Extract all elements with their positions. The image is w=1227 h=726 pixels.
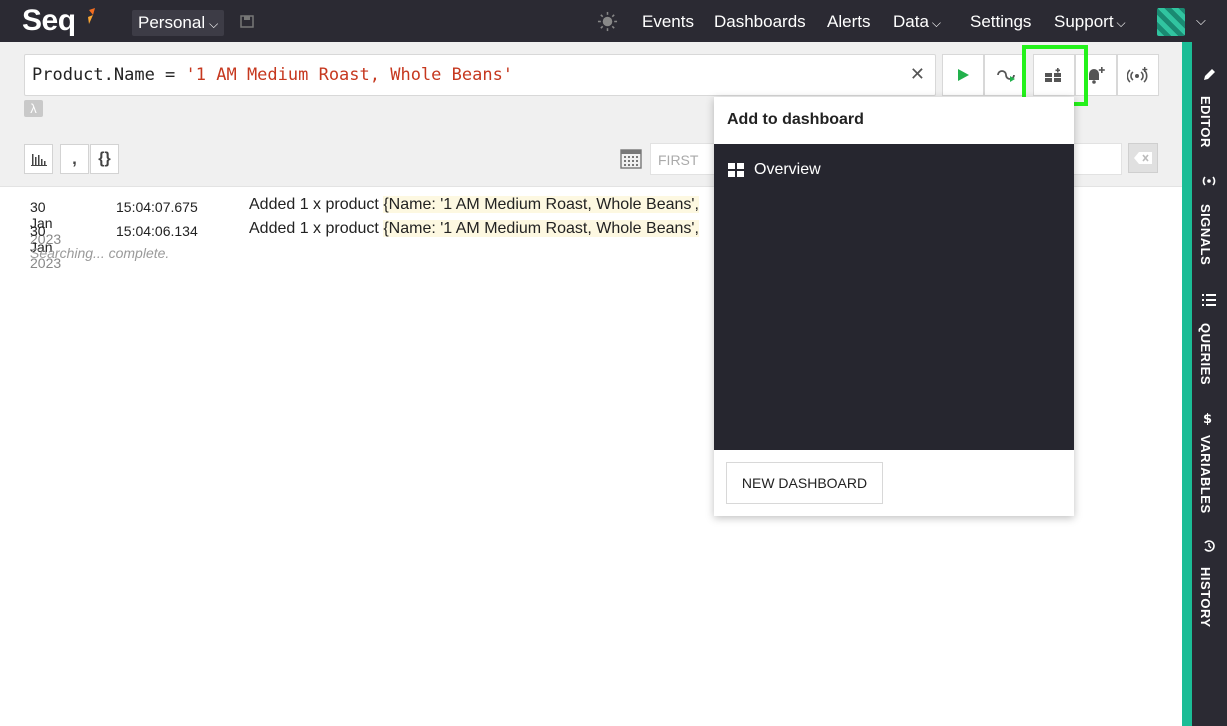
add-signal-button[interactable]: [1117, 54, 1159, 96]
event-time: 15:04:07.675: [116, 199, 198, 215]
sidebar-label-queries: QUERIES: [1198, 323, 1213, 386]
nav-dashboards[interactable]: Dashboards: [714, 12, 806, 32]
event-message: Added 1 x product {Name: '1 AM Medium Ro…: [249, 220, 699, 238]
first-date-placeholder: FIRST: [658, 152, 699, 168]
comma-button[interactable]: ,: [60, 144, 89, 174]
event-message: Added 1 x product {Name: '1 AM Medium Ro…: [249, 196, 699, 214]
pencil-icon: [1204, 69, 1215, 80]
lambda-badge[interactable]: λ: [24, 100, 43, 117]
sidebar-label-history: HISTORY: [1198, 567, 1213, 628]
refresh-button[interactable]: [984, 54, 1026, 96]
bell-add-icon: [1089, 67, 1105, 84]
nav-data[interactable]: Data ⌵: [893, 12, 941, 32]
popup-title: Add to dashboard: [727, 111, 864, 128]
logo-mark-icon: [88, 8, 95, 24]
right-sidebar: EDITOR SIGNALS QUERIES $ VARIABLES HISTO…: [1192, 42, 1227, 726]
loop-play-icon: [997, 70, 1015, 82]
calendar-icon[interactable]: [620, 148, 642, 170]
svg-text:$: $: [1203, 412, 1212, 425]
workspace-save-icon[interactable]: [240, 14, 254, 28]
sidebar-label-editor: EDITOR: [1198, 96, 1213, 148]
user-avatar[interactable]: [1157, 8, 1185, 36]
chevron-down-icon[interactable]: ⌵: [1196, 13, 1206, 29]
event-message-text: Added 1 x product: [249, 220, 384, 237]
event-property[interactable]: {Name: '1 AM Medium Roast, Whole Beans',: [383, 196, 699, 213]
chevron-down-icon: ⌵: [209, 17, 219, 31]
sidebar-label-variables: VARIABLES: [1198, 435, 1213, 514]
nav-settings[interactable]: Settings: [970, 12, 1031, 32]
workspace-selector[interactable]: Personal ⌵: [132, 10, 225, 36]
nav-support[interactable]: Support ⌵: [1054, 12, 1126, 32]
add-to-dashboard-popup: Add to dashboard Overview NEW DASHBOARD: [714, 97, 1074, 516]
queries-icon: [1202, 294, 1216, 306]
signal-icon: [1202, 176, 1216, 186]
dashboard-icon: [728, 163, 744, 177]
nav-events[interactable]: Events: [642, 12, 694, 32]
signal-add-icon: [1127, 67, 1148, 83]
sidebar-label-signals: SIGNALS: [1198, 204, 1213, 266]
sidebar-accent: [1182, 42, 1192, 726]
event-time: 15:04:06.134: [116, 223, 198, 239]
search-status: Searching... complete.: [30, 245, 170, 261]
new-dashboard-button[interactable]: NEW DASHBOARD: [726, 462, 883, 504]
nav-alerts[interactable]: Alerts: [827, 12, 870, 32]
event-message-text: Added 1 x product: [249, 196, 384, 213]
workspace-label: Personal: [138, 13, 206, 32]
dashboard-list: Overview: [714, 144, 1074, 450]
clear-range-button[interactable]: [1128, 143, 1158, 173]
histogram-button[interactable]: [24, 144, 53, 174]
play-icon: [958, 69, 969, 81]
query-string: '1 AM Medium Roast, Whole Beans': [185, 65, 514, 85]
dollar-icon: $: [1203, 412, 1212, 425]
dashboard-item-label: Overview: [754, 161, 821, 178]
theme-toggle-icon[interactable]: [597, 11, 618, 32]
query-field: Product.Name =: [32, 65, 186, 85]
run-query-button[interactable]: [942, 54, 984, 96]
event-property[interactable]: {Name: '1 AM Medium Roast, Whole Beans',: [383, 220, 699, 237]
chevron-down-icon: ⌵: [1116, 16, 1126, 30]
history-icon: [1204, 540, 1215, 552]
json-button[interactable]: {}: [90, 144, 119, 174]
query-text: Product.Name = '1 AM Medium Roast, Whole…: [32, 65, 513, 85]
search-input[interactable]: Product.Name = '1 AM Medium Roast, Whole…: [24, 54, 936, 96]
chevron-down-icon: ⌵: [931, 16, 942, 30]
nav-support-label: Support: [1054, 12, 1114, 31]
top-bar: Seq Personal ⌵ Events Dashboards Alerts D…: [0, 0, 1227, 42]
clear-query-icon[interactable]: ✕: [910, 64, 925, 85]
seq-logo[interactable]: Seq: [22, 4, 76, 38]
bar-chart-icon: [30, 154, 47, 166]
dashboard-item-overview[interactable]: Overview: [728, 161, 821, 179]
nav-data-label: Data: [893, 12, 929, 31]
backspace-icon: [1134, 152, 1152, 164]
